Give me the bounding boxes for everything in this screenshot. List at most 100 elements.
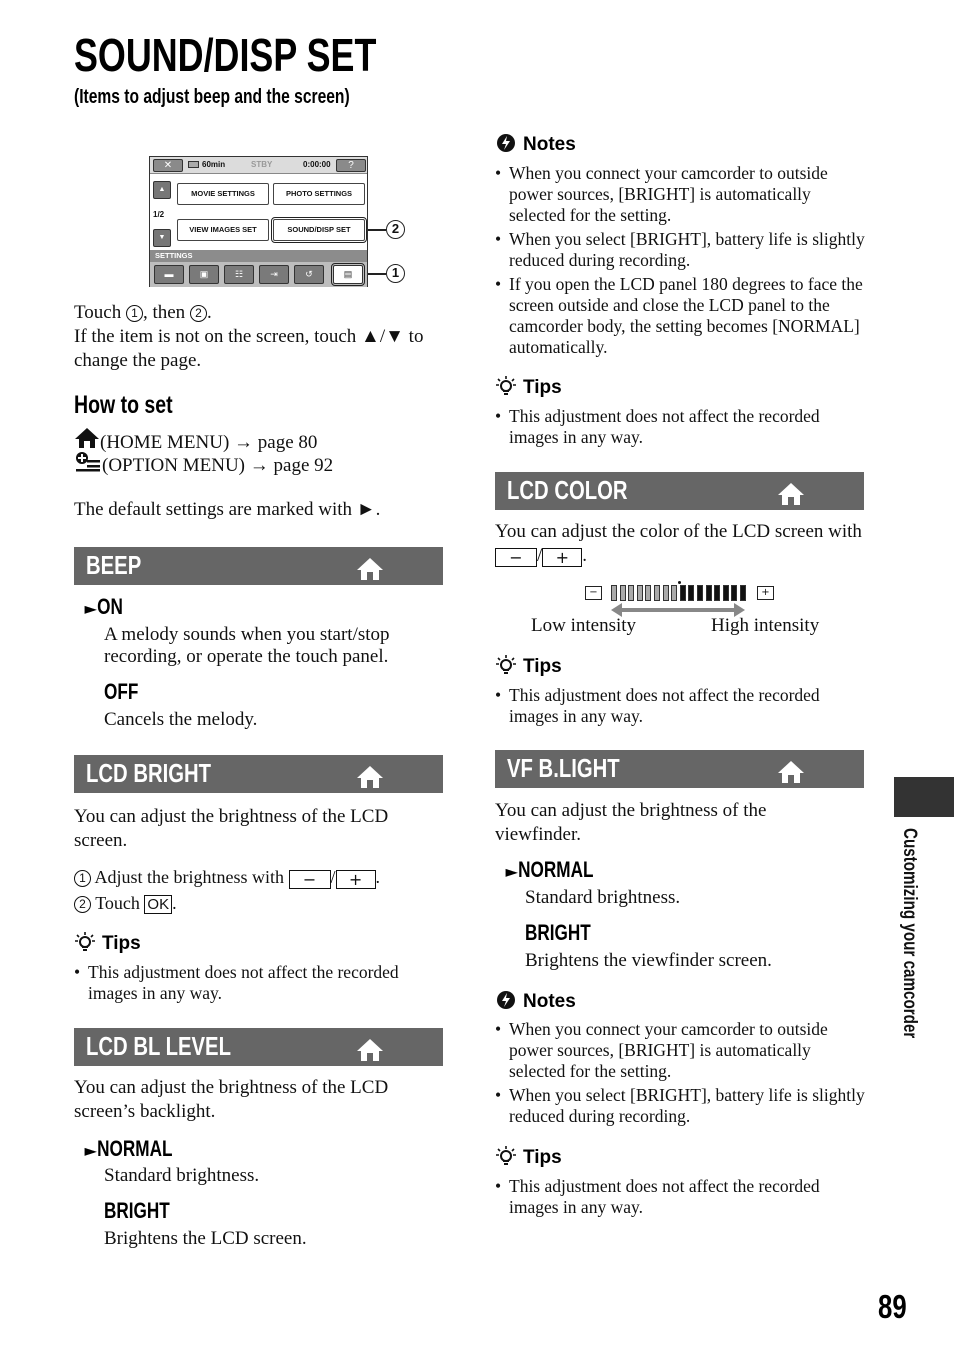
home-icon [778,483,804,505]
scale-segment-low [619,585,626,601]
section-vf-blight-header: VF B.LIGHT [495,750,864,788]
section-title: LCD COLOR [507,475,628,505]
default-marker-icon: ► [505,862,519,881]
tips-label: Tips [523,1147,562,1168]
scale-segment-low [636,585,643,601]
lcd-color-scale: − + [585,581,780,604]
scale-segment-high [697,585,703,601]
option-normal: ►NORMAL [505,857,594,883]
tips-lightbulb-icon [496,376,516,395]
callout-line-2 [368,229,386,231]
scale-plus-icon: + [757,586,774,600]
playback-icon: ▣ [189,265,219,284]
tip-item: This adjustment does not affect the reco… [495,1176,865,1218]
lcd-bright-step-1: 1 Adjust the brightness with − / +. [74,865,454,889]
section-lcd-color-header: LCD COLOR [495,472,864,510]
recording-status: STBY [251,160,273,169]
lcd-menu-photo-settings: PHOTO SETTINGS [273,183,365,205]
page-change-instruction: If the item is not on the screen, touch … [74,326,424,371]
vf-blight-tips-list: This adjustment does not affect the reco… [495,1176,865,1221]
notes-label: Notes [523,991,576,1012]
section-title: VF B.LIGHT [507,753,620,783]
touch-text: Touch [74,302,126,323]
scale-segment-high [705,585,712,601]
step-text: Adjust the brightness with [94,867,285,887]
high-intensity-label: High intensity [711,615,820,636]
option-label: NORMAL [97,1136,173,1161]
plus-button-icon: + [542,548,583,567]
section-lcd-bl-level-header: LCD BL LEVEL [74,1028,443,1066]
input-icon: ⇥ [259,265,289,284]
lcd-bl-level-notes-list: When you connect your camcorder to outsi… [495,163,865,361]
section-title: LCD BL LEVEL [86,1031,231,1061]
option-bright-desc: Brightens the viewfinder screen. [525,950,772,971]
option-bright: BRIGHT [104,1198,170,1223]
callout-2: 2 [386,220,405,239]
note-item: If you open the LCD panel 180 degrees to… [495,274,865,358]
tips-heading: Tips [74,931,141,955]
touch-text-end: . [206,302,212,323]
chapter-tab-label: Customizing your camcorder [898,828,920,1073]
page-indicator: 1/2 [153,210,165,219]
intro-text: You can adjust the color of the LCD scre… [495,521,862,542]
option-normal-desc: Standard brightness. [525,887,681,908]
scale-segment-low [662,585,669,601]
home-icon [357,558,383,580]
vf-blight-notes-list: When you connect your camcorder to outsi… [495,1019,865,1130]
touch-instruction: Touch 1, then 2. [74,301,454,325]
lcd-top-bar: ✕ 60min STBY 0:00:00 ? [150,157,367,174]
battery-icon [188,161,199,168]
option-menu-text: (OPTION MENU) → page 92 [102,455,334,476]
scale-segment-low [654,585,660,601]
option-off: OFF [104,679,139,704]
tips-lightbulb-icon [75,932,95,951]
option-bright-desc: Brightens the LCD screen. [104,1228,307,1249]
home-icon [75,428,99,448]
callout-1: 1 [386,264,405,283]
notes-heading: Notes [495,989,576,1013]
scale-segment-low [611,585,617,601]
note-item: When you connect your camcorder to outsi… [495,1019,865,1082]
chapter-tab-marker [894,777,954,817]
scale-segment-high [722,585,729,601]
notes-label: Notes [523,134,576,155]
notes-heading: Notes [495,132,576,156]
ok-button-icon: OK [144,895,173,914]
connect-icon: ↺ [294,265,324,284]
scale-segment-high [740,585,746,601]
scale-center-marker [677,581,681,584]
lcd-menu-sound-disp-set: SOUND/DISP SET [271,217,367,243]
lcd-color-intro: You can adjust the color of the LCD scre… [495,521,862,567]
home-menu-text: (HOME MENU) → page 80 [100,432,318,453]
toolbox-icon: ▤ [331,263,365,286]
lcd-bl-level-intro: You can adjust the brightness of the LCD… [74,1077,389,1122]
default-note: The default settings are marked with ►. [74,499,381,520]
tips-heading: Tips [495,375,562,399]
default-marker-icon: ► [84,599,98,618]
page-up-icon: ▲ [153,181,171,199]
notes-warning-icon [497,134,515,152]
home-icon [357,766,383,788]
option-off-desc: Cancels the melody. [104,709,258,730]
note-item: When you select [BRIGHT], battery life i… [495,229,865,271]
section-title: BEEP [86,550,142,580]
tip-item: This adjustment does not affect the reco… [74,962,444,1004]
scale-segment-low [671,585,678,601]
page-down-icon: ▼ [153,229,171,247]
scale-segment-high [688,585,695,601]
tips-lightbulb-icon [496,1146,516,1165]
note-item: When you connect your camcorder to outsi… [495,163,865,226]
lcd-bright-step-2: 2 Touch OK. [74,891,454,915]
lcd-category-label: SETTINGS [150,250,367,262]
minus-button-icon: − [288,870,331,889]
page-title: SOUND/DISP SET [74,29,377,81]
chapter-label-text: Customizing your camcorder [899,828,920,1039]
tips-label: Tips [523,377,562,398]
notes-warning-icon [497,991,515,1009]
callout-line-1 [368,273,386,275]
how-to-set-heading: How to set [74,391,173,419]
tips-lightbulb-icon [496,655,516,674]
page-number: 89 [878,1288,907,1325]
lcd-screen-illustration: ✕ 60min STBY 0:00:00 ? ▲ 1/2 ▼ MOVIE SET… [149,156,368,287]
home-icon [357,1039,383,1061]
